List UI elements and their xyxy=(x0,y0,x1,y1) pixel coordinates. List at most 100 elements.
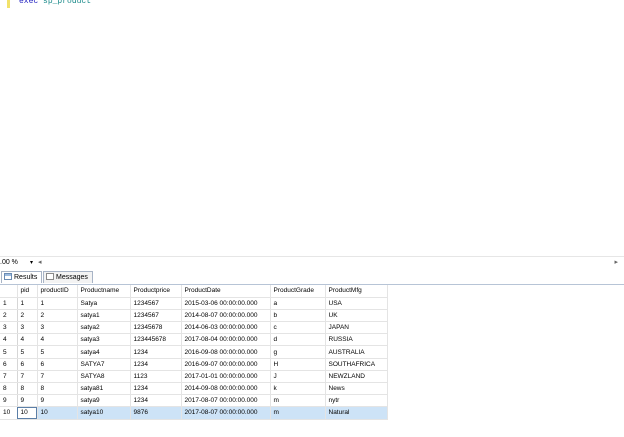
column-header-productprice[interactable]: Productprice xyxy=(130,285,182,298)
cell-productname[interactable]: satya2 xyxy=(77,321,131,335)
cell-productmfg[interactable]: RUSSIA xyxy=(325,333,388,347)
cell-productname[interactable]: satya1 xyxy=(77,309,131,323)
row-number[interactable]: 10 xyxy=(0,406,18,420)
table-row[interactable]: 2 2 2 satya1 1234567 2014-08-07 00:00:00… xyxy=(0,309,388,323)
tab-results[interactable]: Results xyxy=(1,271,42,283)
cell-productname[interactable]: satya3 xyxy=(77,333,131,347)
row-number[interactable]: 7 xyxy=(0,370,18,384)
cell-productprice[interactable]: 1234 xyxy=(130,394,182,408)
cell-productmfg[interactable]: AUSTRALIA xyxy=(325,345,388,359)
table-row[interactable]: 1 1 1 Satya 1234567 2015-03-06 00:00:00.… xyxy=(0,297,388,310)
cell-productmfg[interactable]: SOUTHAFRICA xyxy=(325,358,388,371)
table-row[interactable]: 7 7 7 SATYA8 1123 2017-01-01 00:00:00.00… xyxy=(0,370,388,384)
cell-productdate[interactable]: 2015-03-06 00:00:00.000 xyxy=(181,297,271,310)
cell-pid[interactable]: 5 xyxy=(17,345,38,359)
cell-productmfg[interactable]: nytr xyxy=(325,394,388,408)
cell-pid[interactable]: 3 xyxy=(17,321,38,335)
row-number[interactable]: 5 xyxy=(0,345,18,359)
cell-productid[interactable]: 1 xyxy=(37,297,78,310)
cell-productname[interactable]: satya10 xyxy=(77,406,131,420)
table-row[interactable]: 9 9 9 satya9 1234 2017-08-07 00:00:00.00… xyxy=(0,394,388,408)
column-header-productid[interactable]: productID xyxy=(37,285,78,298)
cell-productid[interactable]: 5 xyxy=(37,345,78,359)
column-header-productgrade[interactable]: ProductGrade xyxy=(270,285,326,298)
zoom-level[interactable]: .00 % xyxy=(0,259,18,266)
table-row[interactable]: 5 5 5 satya4 1234 2016-09-08 00:00:00.00… xyxy=(0,345,388,359)
cell-pid-focused[interactable]: 10 xyxy=(17,406,38,420)
cell-productname[interactable]: SATYA8 xyxy=(77,370,131,384)
cell-productprice[interactable]: 1234 xyxy=(130,382,182,396)
table-row[interactable]: 4 4 4 satya3 123445678 2017-08-04 00:00:… xyxy=(0,333,388,347)
cell-productdate[interactable]: 2017-08-04 00:00:00.000 xyxy=(181,333,271,347)
table-row-selected[interactable]: 10 10 10 satya10 9876 2017-08-07 00:00:0… xyxy=(0,406,388,420)
cell-productprice[interactable]: 1234567 xyxy=(130,309,182,323)
table-row[interactable]: 3 3 3 satya2 12345678 2014-06-03 00:00:0… xyxy=(0,321,388,335)
column-header-productmfg[interactable]: ProductMfg xyxy=(325,285,388,298)
cell-productdate[interactable]: 2017-08-07 00:00:00.000 xyxy=(181,406,271,420)
row-number[interactable]: 6 xyxy=(0,358,18,371)
cell-pid[interactable]: 9 xyxy=(17,394,38,408)
cell-productid[interactable]: 6 xyxy=(37,358,78,371)
scroll-right-icon[interactable]: ▸ xyxy=(614,258,618,266)
column-header-productname[interactable]: Productname xyxy=(77,285,131,298)
cell-productgrade[interactable]: b xyxy=(270,309,326,323)
cell-productmfg[interactable]: News xyxy=(325,382,388,396)
cell-productgrade[interactable]: c xyxy=(270,321,326,335)
cell-productprice[interactable]: 1123 xyxy=(130,370,182,384)
row-number[interactable]: 2 xyxy=(0,309,18,323)
cell-productgrade[interactable]: m xyxy=(270,406,326,420)
cell-productdate[interactable]: 2017-08-07 00:00:00.000 xyxy=(181,394,271,408)
cell-productprice[interactable]: 1234 xyxy=(130,345,182,359)
cell-productname[interactable]: satya81 xyxy=(77,382,131,396)
cell-pid[interactable]: 4 xyxy=(17,333,38,347)
cell-productid[interactable]: 3 xyxy=(37,321,78,335)
scroll-left-icon[interactable]: ◂ xyxy=(38,258,42,266)
cell-productgrade[interactable]: g xyxy=(270,345,326,359)
results-grid[interactable]: pid productID Productname Productprice P… xyxy=(0,285,388,420)
cell-pid[interactable]: 8 xyxy=(17,382,38,396)
table-row[interactable]: 8 8 8 satya81 1234 2014-09-08 00:00:00.0… xyxy=(0,382,388,396)
cell-productmfg[interactable]: NEWZLAND xyxy=(325,370,388,384)
cell-productname[interactable]: satya4 xyxy=(77,345,131,359)
cell-productdate[interactable]: 2016-09-07 00:00:00.000 xyxy=(181,358,271,371)
cell-productgrade[interactable]: k xyxy=(270,382,326,396)
query-editor[interactable]: exec sp_product xyxy=(0,0,624,256)
cell-productprice[interactable]: 9876 xyxy=(130,406,182,420)
cell-productgrade[interactable]: d xyxy=(270,333,326,347)
cell-productgrade[interactable]: m xyxy=(270,394,326,408)
cell-productdate[interactable]: 2014-08-07 00:00:00.000 xyxy=(181,309,271,323)
code-line[interactable]: exec sp_product xyxy=(19,0,91,6)
cell-productprice[interactable]: 1234 xyxy=(130,358,182,371)
table-row[interactable]: 6 6 6 SATYA7 1234 2016-09-07 00:00:00.00… xyxy=(0,358,388,371)
cell-productmfg[interactable]: Natural xyxy=(325,406,388,420)
cell-productprice[interactable]: 123445678 xyxy=(130,333,182,347)
cell-productgrade[interactable]: H xyxy=(270,358,326,371)
row-number[interactable]: 9 xyxy=(0,394,18,408)
tab-messages[interactable]: Messages xyxy=(43,271,93,283)
cell-productgrade[interactable]: J xyxy=(270,370,326,384)
cell-productprice[interactable]: 12345678 xyxy=(130,321,182,335)
row-number[interactable]: 8 xyxy=(0,382,18,396)
row-number[interactable]: 4 xyxy=(0,333,18,347)
column-header-pid[interactable]: pid xyxy=(17,285,38,298)
cell-productid[interactable]: 9 xyxy=(37,394,78,408)
column-header-rownum[interactable] xyxy=(0,285,18,298)
cell-productname[interactable]: satya9 xyxy=(77,394,131,408)
cell-pid[interactable]: 1 xyxy=(17,297,38,310)
cell-productname[interactable]: SATYA7 xyxy=(77,358,131,371)
cell-productmfg[interactable]: UK xyxy=(325,309,388,323)
row-number[interactable]: 1 xyxy=(0,297,18,310)
cell-productid[interactable]: 10 xyxy=(37,406,78,420)
cell-productmfg[interactable]: USA xyxy=(325,297,388,310)
cell-productdate[interactable]: 2016-09-08 00:00:00.000 xyxy=(181,345,271,359)
cell-pid[interactable]: 7 xyxy=(17,370,38,384)
cell-productid[interactable]: 7 xyxy=(37,370,78,384)
cell-productid[interactable]: 2 xyxy=(37,309,78,323)
cell-productdate[interactable]: 2014-06-03 00:00:00.000 xyxy=(181,321,271,335)
zoom-dropdown-icon[interactable]: ▾ xyxy=(30,259,33,266)
cell-productgrade[interactable]: a xyxy=(270,297,326,310)
cell-productmfg[interactable]: JAPAN xyxy=(325,321,388,335)
cell-productname[interactable]: Satya xyxy=(77,297,131,310)
cell-productid[interactable]: 8 xyxy=(37,382,78,396)
cell-pid[interactable]: 2 xyxy=(17,309,38,323)
